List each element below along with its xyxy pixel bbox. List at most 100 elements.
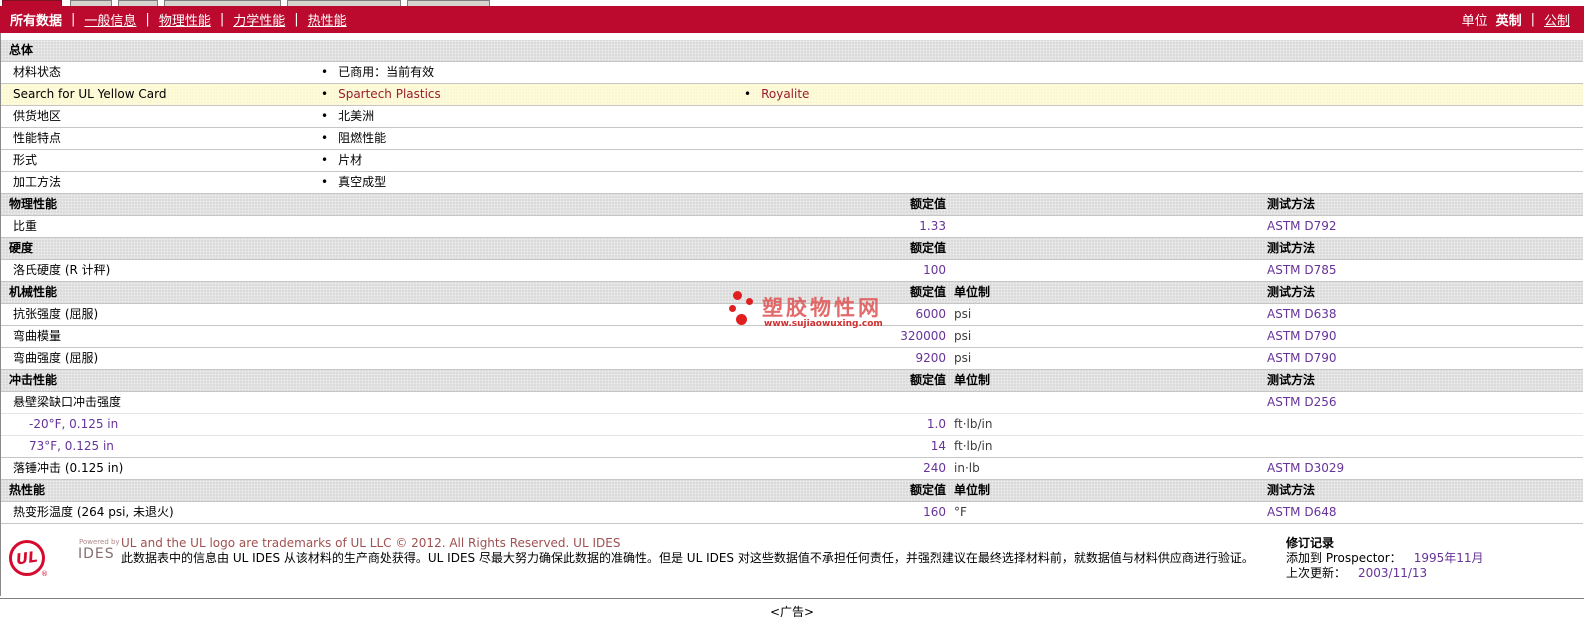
row-value: 14 — [930, 439, 946, 453]
row-unit: °F — [954, 505, 967, 519]
revision-added-label: 添加到 Prospector： — [1286, 551, 1402, 565]
row-forms: 形式 • 片材 — [1, 150, 1583, 172]
column-header-method: 测试方法 — [1267, 373, 1316, 387]
column-header-method: 测试方法 — [1267, 241, 1316, 255]
column-header-method: 测试方法 — [1267, 197, 1316, 211]
row-label: 供货地区 — [13, 109, 62, 123]
unit-label: 单位 — [1461, 14, 1488, 29]
row-unit: in·lb — [954, 461, 980, 475]
section-title: 机械性能 — [9, 285, 58, 299]
column-header-unit: 单位制 — [954, 285, 991, 299]
row-izod-impact: 悬壁梁缺口冲击强度 ASTM D256 — [1, 392, 1583, 414]
section-title: 物理性能 — [9, 197, 58, 211]
unit-english-button[interactable]: 英制 — [1496, 10, 1522, 29]
revision-history: 修订记录 添加到 Prospector： 1995年11月 上次更新： 2003/1… — [1286, 536, 1576, 581]
nav-tabs: 所有数据 | 一般信息 | 物理性能 | 力学性能 | 热性能 — [10, 10, 347, 29]
row-features: 性能特点 • 阻燃性能 — [1, 128, 1583, 150]
test-method: ASTM D790 — [1267, 351, 1337, 365]
row-value: 真空成型 — [338, 175, 387, 189]
nav-item-mechanical[interactable]: 力学性能 — [233, 10, 285, 29]
row-value: 片材 — [338, 153, 363, 167]
row-rockwell-hardness: 洛氏硬度 (R 计秤) 100 ASTM D785 — [1, 260, 1583, 282]
row-label: 弯曲强度 (屈服) — [13, 351, 99, 365]
section-row-mechanical: 机械性能 额定值 单位制 测试方法 — [1, 282, 1583, 304]
section-title: 冲击性能 — [9, 373, 58, 387]
nav-item-physical[interactable]: 物理性能 — [159, 10, 211, 29]
unit-switcher: 单位 英制 | 公制 — [1462, 10, 1570, 29]
section-row-hardness: 硬度 额定值 测试方法 — [1, 238, 1583, 260]
row-value-group: • Royalite — [744, 84, 809, 105]
ul-logo-icon: UL — [9, 540, 45, 576]
row-specific-gravity: 比重 1.33 ASTM D792 — [1, 216, 1583, 238]
bullet-icon: • — [321, 65, 329, 79]
bullet-icon: • — [321, 153, 329, 167]
row-label: Search for UL Yellow Card — [13, 87, 167, 101]
row-value-group: • 阻燃性能 — [321, 128, 386, 149]
registered-trademark-icon: ® — [41, 570, 48, 578]
nav-item-all-data[interactable]: 所有数据 — [10, 10, 62, 29]
ides-logo-text: IDES — [78, 546, 115, 562]
nav-separator: | — [294, 12, 299, 27]
row-label: 材料状态 — [13, 65, 62, 79]
nav-item-thermal[interactable]: 热性能 — [308, 10, 347, 29]
column-header-value: 额定值 — [909, 197, 946, 211]
row-value-group: • 北美洲 — [321, 106, 374, 127]
row-label: 热变形温度 (264 psi, 未退火) — [13, 505, 174, 519]
row-unit: psi — [954, 307, 972, 321]
row-value: 1.33 — [919, 219, 946, 233]
product-link[interactable]: Royalite — [761, 87, 809, 101]
row-material-status: 材料状态 • 已商用：当前有效 — [1, 62, 1583, 84]
column-header-unit: 单位制 — [954, 373, 991, 387]
row-dart-impact: 落锤冲击 (0.125 in) 240 in·lb ASTM D3029 — [1, 458, 1583, 480]
supplier-link[interactable]: Spartech Plastics — [338, 87, 441, 101]
section-row-thermal: 热性能 额定值 单位制 测试方法 — [1, 480, 1583, 502]
ad-placeholder-label: <广告> — [769, 605, 815, 617]
nav-item-general-info[interactable]: 一般信息 — [84, 10, 136, 29]
column-header-method: 测试方法 — [1267, 483, 1316, 497]
footer-text-block: UL and the UL logo are trademarks of UL … — [121, 536, 1271, 566]
row-value-group: • Spartech Plastics — [321, 84, 441, 105]
row-value: 6000 — [915, 307, 946, 321]
row-availability: 供货地区 • 北美洲 — [1, 106, 1583, 128]
row-label: -20°F, 0.125 in — [29, 417, 119, 431]
test-method: ASTM D785 — [1267, 263, 1337, 277]
unit-metric-button[interactable]: 公制 — [1544, 10, 1570, 29]
nav-separator: | — [219, 12, 225, 27]
column-header-value: 额定值 — [909, 483, 946, 497]
row-tensile-strength: 抗张强度 (屈服) 6000 psi ASTM D638 — [1, 304, 1583, 326]
test-method: ASTM D648 — [1267, 505, 1337, 519]
test-method: ASTM D638 — [1267, 307, 1337, 321]
row-value: 北美洲 — [338, 109, 375, 123]
column-header-value: 额定值 — [909, 373, 946, 387]
row-label: 悬壁梁缺口冲击强度 — [13, 395, 122, 409]
column-header-method: 测试方法 — [1267, 285, 1316, 299]
row-value: 160 — [923, 505, 946, 519]
property-table: 总体 材料状态 • 已商用：当前有效 Search for UL Yellow C… — [1, 40, 1583, 524]
row-flexural-modulus: 弯曲模量 320000 psi ASTM D790 — [1, 326, 1583, 348]
row-label: 73°F, 0.125 in — [29, 439, 114, 453]
column-header-value: 额定值 — [909, 241, 946, 255]
row-value: 240 — [923, 461, 946, 475]
nav-separator: | — [71, 12, 76, 27]
bullet-icon: • — [321, 131, 329, 145]
row-value: 9200 — [915, 351, 946, 365]
revision-added-line: 添加到 Prospector： 1995年11月 — [1286, 551, 1576, 566]
row-heat-deflection: 热变形温度 (264 psi, 未退火) 160 °F ASTM D648 — [1, 502, 1583, 524]
row-unit: ft·lb/in — [954, 417, 993, 431]
column-header-value: 额定值 — [909, 285, 946, 299]
row-value: 100 — [923, 263, 946, 277]
revision-updated-value: 2003/11/13 — [1358, 566, 1428, 580]
bullet-icon: • — [321, 87, 329, 101]
row-izod-minus20: -20°F, 0.125 in 1.0 ft·lb/in — [1, 414, 1583, 436]
row-label: 抗张强度 (屈服) — [13, 307, 99, 321]
row-unit: ft·lb/in — [954, 439, 993, 453]
row-label: 洛氏硬度 (R 计秤) — [13, 263, 111, 277]
bullet-icon: • — [321, 175, 329, 189]
section-title: 硬度 — [9, 241, 34, 255]
row-processing: 加工方法 • 真空成型 — [1, 172, 1583, 194]
nav-bar: 所有数据 | 一般信息 | 物理性能 | 力学性能 | 热性能 单位 英制 | … — [0, 6, 1584, 33]
row-label: 弯曲模量 — [13, 329, 62, 343]
test-method: ASTM D3029 — [1267, 461, 1345, 475]
nav-separator: | — [145, 12, 150, 27]
row-value: 阻燃性能 — [338, 131, 387, 145]
